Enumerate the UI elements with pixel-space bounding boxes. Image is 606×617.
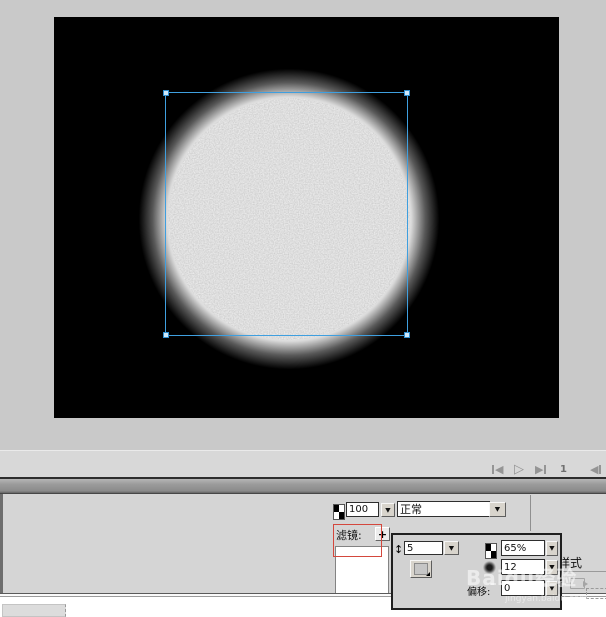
color-swatch-button[interactable] — [410, 560, 432, 578]
blur-axis-icon: ↕ — [394, 543, 403, 556]
blur-value-input[interactable] — [404, 541, 443, 555]
blend-mode-select[interactable] — [397, 501, 490, 517]
step-back-icon — [599, 465, 601, 474]
panel-left-edge — [0, 494, 3, 593]
strength-dropdown-button[interactable]: ▼ — [546, 541, 558, 556]
step-back-button[interactable]: ◀ — [590, 463, 602, 476]
chevron-down-icon: ▼ — [495, 506, 500, 512]
selection-handle[interactable] — [404, 90, 410, 96]
splitter-bar[interactable] — [0, 479, 606, 494]
first-frame-icon: ◀ — [495, 463, 503, 476]
selection-handle[interactable] — [163, 332, 169, 338]
frame-number: 1 — [560, 464, 567, 475]
blur-dropdown-button[interactable]: ▼ — [444, 541, 459, 555]
selection-handle[interactable] — [404, 332, 410, 338]
first-frame-icon — [492, 465, 494, 474]
chevron-down-icon: ▼ — [549, 545, 554, 551]
watermark-subtitle: jingyan.baidu.com — [505, 594, 588, 604]
step-back-icon: ◀ — [590, 463, 598, 476]
last-frame-icon — [544, 465, 546, 474]
last-frame-icon: ▶ — [535, 463, 543, 476]
selection-box — [165, 92, 408, 336]
column-divider — [530, 495, 531, 531]
strength-value-input[interactable] — [501, 540, 545, 556]
chevron-down-icon: ▼ — [385, 507, 390, 513]
watermark-title: Baidu经验 — [466, 562, 577, 591]
strength-checker-icon — [485, 543, 497, 559]
dashed-placeholder-box — [586, 588, 606, 599]
watermark-dash — [490, 583, 566, 585]
play-icon: ▷ — [514, 463, 524, 476]
horizontal-scrollbar-thumb[interactable] — [2, 604, 66, 617]
alpha-dropdown-button[interactable]: ▼ — [381, 503, 395, 517]
swatch-corner-arrow-icon — [426, 572, 430, 576]
alpha-value-input[interactable] — [346, 502, 379, 517]
alpha-checker-icon — [333, 504, 345, 520]
blend-mode-dropdown-button[interactable]: ▼ — [489, 502, 506, 517]
selection-handle[interactable] — [163, 90, 169, 96]
annotation-highlight-rect — [333, 524, 382, 557]
last-frame-button[interactable]: ▶ — [535, 463, 547, 476]
first-frame-button[interactable]: ◀ — [491, 463, 503, 476]
play-button[interactable]: ▷ — [514, 463, 524, 476]
chevron-down-icon: ▼ — [449, 545, 454, 551]
application-window: ◀ ▷ ▶ 1 ◀ ▼ ▼ 滤镜: + 样式 ↕ ▼ ▼ — [0, 0, 606, 617]
